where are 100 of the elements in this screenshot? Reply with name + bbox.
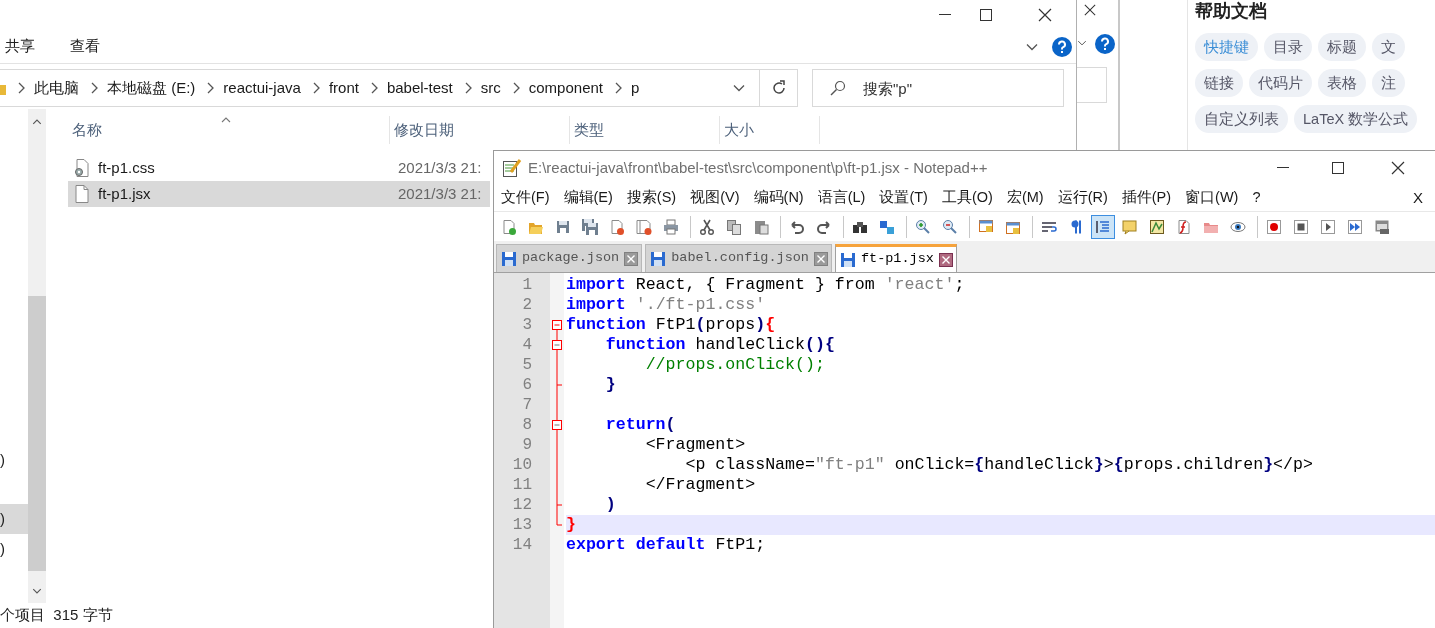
tag[interactable]: 标题: [1318, 33, 1366, 61]
chevron-right-icon: [614, 82, 622, 94]
chevron-right-icon: [206, 82, 215, 94]
ribbon-tab[interactable]: 查看: [65, 35, 105, 58]
nav-item[interactable]: ): [0, 445, 28, 475]
chevron-right-icon: [311, 82, 320, 94]
zoom-out-icon: [942, 218, 958, 235]
fast-forward-icon: [1347, 218, 1363, 235]
refresh-icon: [770, 80, 787, 96]
toolbar-button[interactable]: [1091, 214, 1115, 239]
code-line: import React, { Fragment } from 'react';: [566, 275, 966, 295]
column-header[interactable]: 大小: [720, 116, 820, 144]
line-number: 3: [521, 315, 533, 335]
search-field[interactable]: 搜索"p": [812, 69, 1064, 107]
breadcrumb-item[interactable]: src: [480, 76, 501, 100]
breadcrumb-item[interactable]: p: [631, 76, 640, 100]
fold-marker[interactable]: [550, 335, 564, 355]
menu-item[interactable]: 编码(N): [750, 187, 807, 209]
replace-icon: [879, 218, 895, 235]
file-row[interactable]: ft-p1.css 2021/3/3 21:: [68, 155, 490, 181]
file-tab[interactable]: package.json: [496, 244, 643, 272]
indent-guide-icon: [1095, 218, 1111, 235]
line-number: 11: [511, 475, 533, 495]
nav-item[interactable]: ): [0, 534, 28, 564]
minimize-icon[interactable]: [1277, 167, 1289, 169]
record-icon: [1266, 218, 1282, 235]
close-icon[interactable]: [1391, 161, 1405, 175]
file-tab[interactable]: babel.config.json: [645, 244, 832, 272]
code-line: <Fragment>: [644, 435, 747, 455]
file-name: ft-p1.css: [98, 157, 155, 178]
chevron-right-icon: [511, 82, 520, 94]
tag[interactable]: LaTeX 数学公式: [1294, 105, 1418, 133]
code-line: //props.onClick();: [644, 355, 826, 375]
column-header[interactable]: 类型: [570, 116, 720, 144]
menu-item[interactable]: 宏(M): [1003, 187, 1047, 209]
close-file-icon: [609, 218, 625, 235]
breadcrumb-item[interactable]: 本地磁盘 (E:): [107, 76, 196, 100]
menu-item[interactable]: 插件(P): [1118, 187, 1175, 209]
tag[interactable]: 表格: [1318, 69, 1366, 97]
tag[interactable]: 注: [1372, 69, 1405, 97]
paste-icon: [753, 218, 769, 235]
menu-item[interactable]: 运行(R): [1054, 187, 1111, 209]
close-all-icon: [636, 218, 652, 235]
help-icon[interactable]: [1095, 34, 1115, 54]
close-document-button[interactable]: X: [1413, 186, 1423, 210]
menu-item[interactable]: 搜索(S): [623, 187, 680, 209]
menu-item[interactable]: 窗口(W): [1182, 187, 1242, 209]
code-line: function handleClick(){: [604, 335, 836, 355]
scroll-down-icon[interactable]: [32, 588, 42, 594]
chevron-down-icon[interactable]: [733, 84, 745, 92]
line-number: 9: [521, 435, 533, 455]
maximize-icon[interactable]: [1332, 162, 1344, 174]
chevron-down-icon[interactable]: [1077, 40, 1087, 46]
help-icon[interactable]: [1052, 36, 1072, 57]
speech-box-icon: [1122, 218, 1138, 235]
tag[interactable]: 代码片: [1249, 69, 1312, 97]
chevron-down-icon[interactable]: [1026, 42, 1038, 51]
menu-item[interactable]: 文件(F): [498, 187, 553, 209]
menu-item[interactable]: 设置(T): [876, 187, 931, 209]
breadcrumb-item[interactable]: front: [328, 76, 359, 100]
column-header[interactable]: 名称: [68, 116, 390, 144]
breadcrumb-item[interactable]: component: [528, 76, 603, 100]
file-date: 2021/3/3 21:: [397, 183, 482, 204]
file-tab[interactable]: ft-p1.jsx: [834, 244, 957, 272]
code-line: return(: [604, 415, 677, 435]
chevron-right-icon: [90, 82, 98, 94]
file-row[interactable]: ft-p1.jsx 2021/3/3 21:: [68, 181, 490, 207]
breadcrumb-item[interactable]: reactui-java: [223, 76, 301, 100]
ribbon-tab[interactable]: 共享: [0, 35, 40, 58]
chevron-right-icon: [369, 82, 378, 94]
tag[interactable]: 文: [1372, 33, 1405, 61]
menu-item[interactable]: 视图(V): [687, 187, 743, 209]
save-all-icon: [582, 218, 598, 235]
tag[interactable]: 链接: [1195, 69, 1243, 97]
address-bar[interactable]: 此电脑 本地磁盘 (E:) reactui-java front babel-test src component p: [0, 69, 760, 107]
minimize-icon[interactable]: [939, 14, 951, 16]
line-number: 14: [511, 535, 533, 555]
fold-marker[interactable]: [550, 415, 564, 435]
code-line: export default FtP1;: [566, 535, 767, 555]
tag[interactable]: 自定义列表: [1195, 105, 1288, 133]
breadcrumb-item[interactable]: 此电脑: [34, 76, 79, 100]
nav-item[interactable]: ): [0, 504, 28, 534]
menu-item[interactable]: 工具(O): [938, 187, 996, 209]
menu-item[interactable]: ?: [1249, 187, 1264, 209]
scroll-up-icon[interactable]: [32, 119, 42, 125]
column-header[interactable]: 修改日期: [390, 116, 570, 144]
scroll-thumb[interactable]: [28, 296, 46, 571]
tag[interactable]: 目录: [1264, 33, 1312, 61]
close-icon[interactable]: [1084, 4, 1096, 16]
close-icon[interactable]: [938, 252, 953, 267]
cut-icon: [699, 218, 715, 235]
redo-icon: [816, 218, 832, 235]
menu-item[interactable]: 语言(L): [814, 187, 869, 209]
maximize-icon[interactable]: [980, 9, 992, 21]
code-line: </Fragment>: [644, 475, 757, 495]
zoom-in-icon: [915, 218, 931, 235]
close-icon[interactable]: [1038, 8, 1052, 22]
refresh-button[interactable]: [760, 69, 798, 107]
menu-item[interactable]: 编辑(E): [560, 187, 616, 209]
breadcrumb-item[interactable]: babel-test: [386, 76, 453, 100]
